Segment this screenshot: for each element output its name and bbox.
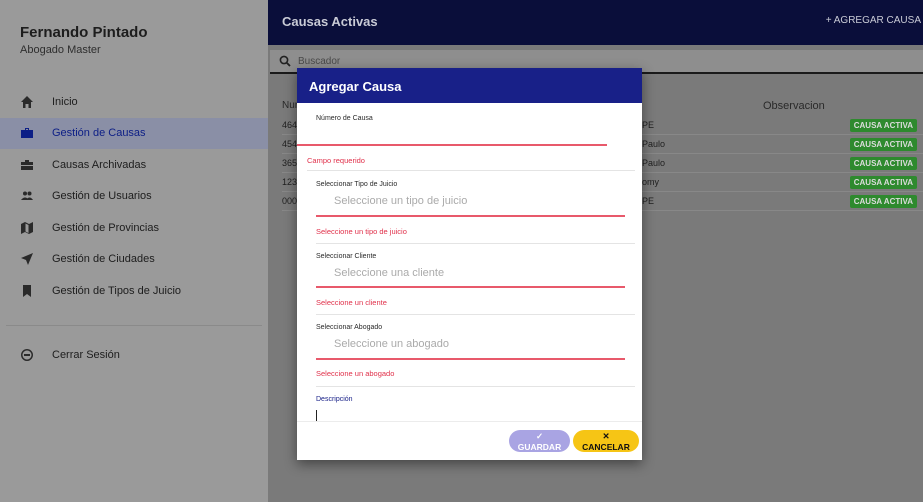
cliente-underline [316,286,625,288]
user-name: Fernando Pintado [20,24,148,41]
cell-observacion: Paulo [642,158,666,168]
sidebar-item-label: Gestión de Ciudades [52,253,155,266]
abogado-underline [316,358,625,360]
sidebar-item-causas-archivadas[interactable]: Causas Archivadas [0,149,268,181]
logout-label: Cerrar Sesión [52,349,120,362]
agregar-causa-dialog: Agregar Causa Número de Causa Campo requ… [297,68,642,460]
sidebar-divider [6,324,262,326]
page-title: Causas Activas [282,14,378,29]
logout-icon [20,348,34,362]
search-input[interactable]: Buscador [298,56,340,67]
cancel-button[interactable]: ✕ CANCELAR [573,430,639,452]
logout-button[interactable]: Cerrar Sesión [0,340,268,372]
tipo-juicio-underline [316,215,625,217]
tipo-juicio-label: Seleccionar Tipo de Juicio [316,181,398,188]
users-icon [20,189,34,203]
briefcase-icon [20,126,34,140]
sidebar-nav: Inicio Gestión de Causas Causas Archivad… [0,86,268,307]
sidebar-item-label: Gestión de Causas [52,127,146,140]
column-header-observacion: Observacion [763,100,825,112]
descripcion-label: Descripción [316,396,353,403]
user-role: Abogado Master [20,44,101,56]
cell-observacion: omy [642,177,660,187]
dialog-body: Número de Causa Campo requerido Seleccio… [297,103,642,421]
cliente-label: Seleccionar Cliente [316,253,377,260]
numero-causa-label: Número de Causa [316,115,373,122]
numero-causa-error: Campo requerido [307,156,365,165]
sidebar-item-tipos-juicio[interactable]: Gestión de Tipos de Juicio [0,275,268,307]
cell-numero: 000 [282,196,298,206]
cell-observacion: PE [642,196,655,206]
tipo-juicio-error: Seleccione un tipo de juicio [316,227,407,236]
dialog-footer: ✓ GUARDAR ✕ CANCELAR [297,421,642,460]
field-divider [316,314,635,315]
abogado-error: Seleccione un abogado [316,369,395,378]
field-divider [307,170,635,171]
status-badge: CAUSA ACTIVA [849,176,917,189]
sidebar-item-label: Causas Archivadas [52,158,147,171]
descripcion-textarea[interactable] [316,410,317,421]
save-button[interactable]: ✓ GUARDAR [509,430,570,452]
archive-briefcase-icon [20,158,34,172]
column-header-numero: Nur [282,100,299,111]
sidebar: Fernando Pintado Abogado Master Inicio G… [0,0,268,502]
status-badge: CAUSA ACTIVA [849,157,917,170]
tipo-juicio-select[interactable]: Seleccione un tipo de juicio [334,195,467,207]
dialog-title: Agregar Causa [297,68,642,103]
status-badge: CAUSA ACTIVA [849,119,917,132]
map-icon [20,221,34,235]
cell-numero: 464 [282,120,298,130]
cell-numero: 454 [282,139,298,149]
cell-observacion: PE [642,120,655,130]
status-badge: CAUSA ACTIVA [849,195,917,208]
cell-numero: 365 [282,158,298,168]
sidebar-item-label: Inicio [52,95,78,108]
cell-numero: 123 [282,177,298,187]
add-causa-button[interactable]: + AGREGAR CAUSA [826,15,921,26]
abogado-select[interactable]: Seleccione un abogado [334,338,449,350]
abogado-label: Seleccionar Abogado [316,324,383,331]
field-divider [316,386,635,387]
sidebar-item-inicio[interactable]: Inicio [0,86,268,118]
status-badge: CAUSA ACTIVA [849,138,917,151]
sidebar-item-label: Gestión de Tipos de Juicio [52,284,182,297]
search-icon [279,55,291,67]
numero-causa-input[interactable] [297,144,607,146]
sidebar-item-gestion-causas[interactable]: Gestión de Causas [0,117,268,149]
cliente-error: Seleccione un cliente [316,298,387,307]
home-icon [20,95,34,109]
cell-observacion: Paulo [642,139,666,149]
cliente-select[interactable]: Seleccione una cliente [334,267,444,279]
field-divider [316,243,635,244]
bookmark-icon [20,284,34,298]
user-profile: Fernando Pintado Abogado Master [0,0,268,86]
sidebar-item-label: Gestión de Usuarios [52,190,152,203]
top-bar: Causas Activas + AGREGAR CAUSA [268,0,923,45]
sidebar-item-gestion-ciudades[interactable]: Gestión de Ciudades [0,244,268,276]
sidebar-item-label: Gestión de Provincias [52,221,159,234]
sidebar-item-gestion-usuarios[interactable]: Gestión de Usuarios [0,181,268,213]
navigation-arrow-icon [20,252,34,266]
sidebar-item-gestion-provincias[interactable]: Gestión de Provincias [0,212,268,244]
